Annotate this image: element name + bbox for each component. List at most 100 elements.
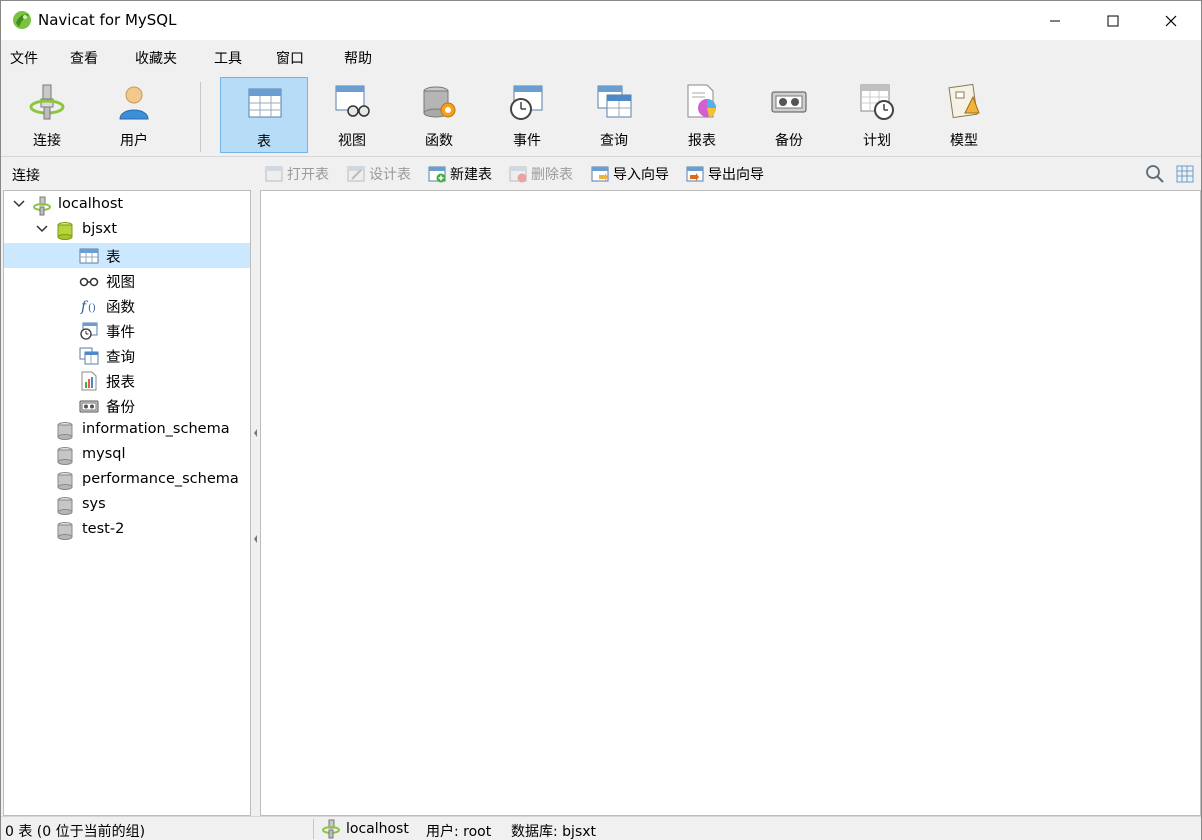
main-toolbar: 连接 用户 表 视图 函数 事件 查询 报表 备份 计划 模型 (1, 74, 1201, 157)
chevron-down-icon[interactable] (12, 197, 26, 211)
tree-label-events: 事件 (106, 325, 135, 341)
new-table-label: 新建表 (450, 167, 492, 183)
collapse-left-icon[interactable] (253, 426, 258, 440)
toolbar-query-button[interactable]: 查询 (570, 77, 658, 153)
connection-icon (322, 819, 340, 839)
event-icon (80, 322, 98, 340)
query-icon (79, 347, 99, 365)
toolbar-model-button[interactable]: 模型 (920, 77, 1008, 153)
tree-label-queries: 查询 (106, 350, 135, 366)
database-icon (57, 522, 73, 540)
import-wizard-label: 导入向导 (613, 167, 669, 183)
pane-splitter[interactable] (252, 190, 259, 816)
new-table-icon (428, 166, 446, 183)
tree-label-functions: 函数 (106, 300, 135, 316)
tree-node-performance-schema[interactable]: performance_schema (4, 468, 250, 493)
delete-table-label: 删除表 (531, 167, 573, 183)
tree-node-tables[interactable]: 表 (4, 243, 250, 268)
menu-window[interactable]: 窗口 (276, 48, 304, 68)
toolbar-table-button[interactable]: 表 (220, 77, 308, 153)
navicat-window: Navicat for MySQL 文件 查看 收藏夹 工具 窗口 帮助 连接 (0, 0, 1202, 840)
design-table-button[interactable]: 设计表 (347, 163, 411, 185)
tree-node-mysql[interactable]: mysql (4, 443, 250, 468)
toolbar-function-button[interactable]: 函数 (395, 77, 483, 153)
toolbar-report-button[interactable]: 报表 (658, 77, 746, 153)
object-list-area[interactable] (260, 190, 1201, 816)
status-bar: 0 表 (0 位于当前的组) localhost 用户: root 数据库: b… (1, 816, 1201, 840)
tree-node-backups[interactable]: 备份 (4, 393, 250, 418)
toolbar-connection-button[interactable]: 连接 (3, 77, 91, 153)
tree-node-sys[interactable]: sys (4, 493, 250, 518)
tree-label-sys: sys (82, 496, 106, 512)
delete-table-icon (509, 166, 527, 183)
close-button[interactable] (1142, 1, 1200, 40)
report-icon (81, 371, 97, 391)
tree-node-views[interactable]: 视图 (4, 268, 250, 293)
export-wizard-label: 导出向导 (708, 167, 764, 183)
function-icon (423, 86, 456, 118)
function-icon: f() (80, 299, 96, 315)
minimize-icon (1050, 20, 1060, 21)
toolbar-view-button[interactable]: 视图 (308, 77, 396, 153)
delete-table-button[interactable]: 删除表 (509, 163, 573, 185)
menu-file[interactable]: 文件 (10, 48, 38, 68)
connection-tree: localhost bjsxt 表 视图 f() 函数 事件 查询 报表 备份 … (3, 190, 251, 816)
navicat-logo-icon (13, 11, 31, 29)
connection-pane-header: 连接 (1, 158, 253, 188)
tree-node-functions[interactable]: f() 函数 (4, 293, 250, 318)
backup-icon (79, 400, 99, 413)
tree-node-queries[interactable]: 查询 (4, 343, 250, 368)
import-wizard-icon (591, 166, 609, 182)
collapse-left-icon[interactable] (253, 532, 258, 546)
tree-node-events[interactable]: 事件 (4, 318, 250, 343)
tree-label-bjsxt: bjsxt (82, 221, 118, 237)
import-wizard-button[interactable]: 导入向导 (591, 163, 669, 185)
menu-bar: 文件 查看 收藏夹 工具 窗口 帮助 (1, 40, 1201, 74)
toolbar-schedule-label: 计划 (863, 133, 891, 149)
title-bar: Navicat for MySQL (1, 1, 1201, 40)
toolbar-schedule-button[interactable]: 计划 (833, 77, 921, 153)
status-user: 用户: root (426, 824, 492, 840)
export-wizard-button[interactable]: 导出向导 (686, 163, 764, 185)
toolbar-backup-button[interactable]: 备份 (745, 77, 833, 153)
design-table-label: 设计表 (369, 167, 411, 183)
menu-favorites[interactable]: 收藏夹 (135, 48, 177, 68)
event-icon (510, 85, 543, 120)
export-wizard-icon (686, 166, 704, 182)
new-table-button[interactable]: 新建表 (428, 163, 492, 185)
menu-view[interactable]: 查看 (70, 48, 98, 68)
toolbar-query-label: 查询 (600, 133, 628, 149)
toolbar-model-label: 模型 (950, 133, 978, 149)
status-divider (313, 819, 314, 839)
toolbar-table-label: 表 (257, 134, 271, 150)
menu-tools[interactable]: 工具 (214, 48, 242, 68)
tree-node-test-2[interactable]: test-2 (4, 518, 250, 543)
open-table-icon (265, 166, 283, 182)
tree-node-reports[interactable]: 报表 (4, 368, 250, 393)
design-table-icon (347, 166, 365, 182)
minimize-button[interactable] (1026, 1, 1084, 40)
toolbar-event-button[interactable]: 事件 (483, 77, 571, 153)
toolbar-user-button[interactable]: 用户 (90, 77, 178, 153)
tree-label-performance-schema: performance_schema (82, 471, 239, 487)
table-icon (248, 88, 282, 118)
chevron-down-icon[interactable] (35, 222, 49, 236)
maximize-icon (1107, 15, 1119, 26)
toolbar-function-label: 函数 (425, 133, 453, 149)
table-icon (79, 248, 99, 264)
tree-node-bjsxt[interactable]: bjsxt (4, 218, 250, 243)
status-connection: localhost (346, 821, 409, 837)
tree-node-localhost[interactable]: localhost (4, 193, 250, 218)
menu-help[interactable]: 帮助 (344, 48, 372, 68)
object-toolbar: 打开表 设计表 新建表 删除表 导入向导 导出向导 (259, 158, 1201, 190)
tree-node-information-schema[interactable]: information_schema (4, 418, 250, 443)
database-icon (57, 447, 73, 465)
open-table-button[interactable]: 打开表 (265, 163, 329, 185)
view-icon (79, 277, 99, 287)
maximize-button[interactable] (1084, 1, 1142, 40)
search-icon[interactable] (1145, 164, 1165, 184)
database-icon (57, 497, 73, 515)
report-icon (687, 84, 717, 118)
grid-view-icon[interactable] (1175, 164, 1195, 184)
user-icon (119, 86, 149, 120)
